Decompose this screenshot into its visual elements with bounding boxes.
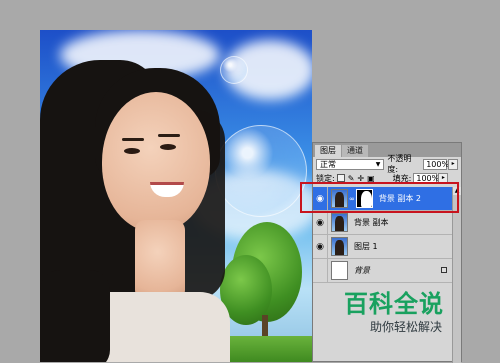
layer-thumbnail <box>331 213 348 232</box>
eyebrow <box>122 138 144 141</box>
blend-mode-select[interactable]: 正常 ▼ <box>316 158 385 170</box>
layer-thumbnail <box>331 261 348 280</box>
layer-row[interactable]: ◉ 图层 1 <box>313 235 453 259</box>
layer-name: 背景 <box>354 266 370 275</box>
layer-thumbnail <box>331 237 348 256</box>
hair-bottom <box>40 270 110 362</box>
lock-transparency-icon[interactable] <box>336 174 345 182</box>
watermark-logo: 百科全说 助你轻松解决 <box>332 280 498 340</box>
neck <box>135 220 185 300</box>
layer-name: 图层 1 <box>354 242 378 251</box>
eyebrow <box>158 134 180 137</box>
lock-icon <box>441 267 447 273</box>
watermark-title: 百科全说 <box>344 290 444 318</box>
layer-name: 背景 副本 <box>354 218 389 227</box>
bubble-large <box>215 125 307 217</box>
visibility-toggle[interactable] <box>313 259 328 282</box>
eye-icon: ◉ <box>316 217 324 228</box>
chevron-down-icon: ▼ <box>375 160 381 168</box>
face <box>102 92 210 232</box>
opacity-arrow-icon[interactable]: ▸ <box>448 158 459 170</box>
document-canvas[interactable] <box>40 30 312 362</box>
blend-row: 正常 ▼ 不透明度: 100% ▸ <box>313 154 461 174</box>
opacity-field[interactable]: 100% <box>423 158 449 170</box>
layer-row[interactable]: ◉ 背景 副本 <box>313 211 453 235</box>
eye <box>124 148 140 154</box>
tab-layers[interactable]: 图层 <box>315 145 341 157</box>
eye <box>160 144 176 150</box>
eye-icon: ◉ <box>316 241 324 252</box>
bubble-small <box>220 56 248 84</box>
blend-mode-value: 正常 <box>320 159 336 169</box>
visibility-toggle[interactable]: ◉ <box>313 235 328 258</box>
highlight-box <box>300 182 459 213</box>
visibility-toggle[interactable]: ◉ <box>313 211 328 234</box>
watermark-subtitle: 助你轻松解决 <box>370 320 443 334</box>
tab-channels[interactable]: 通道 <box>342 145 368 157</box>
